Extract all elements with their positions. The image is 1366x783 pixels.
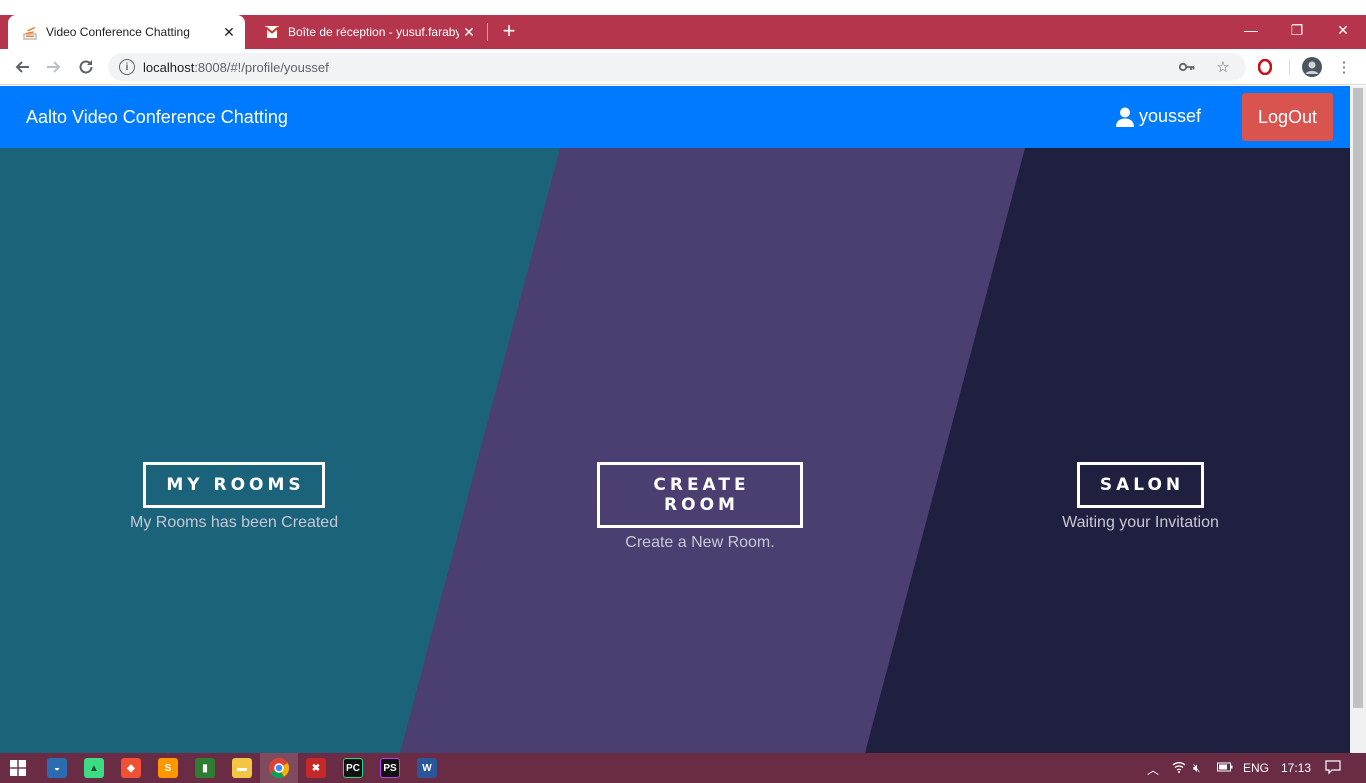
tab-video-conference[interactable]: Video Conference Chatting ✕ <box>8 15 245 49</box>
web-page: Aalto Video Conference Chatting youssef … <box>0 86 1350 753</box>
bookmark-star-icon[interactable]: ☆ <box>1213 57 1233 77</box>
phpstorm-icon[interactable]: PS <box>380 758 400 778</box>
close-window-icon[interactable]: ✕ <box>1320 15 1366 45</box>
create-room-button[interactable]: CREATE ROOM <box>597 462 803 528</box>
create-room-panel: CREATE ROOM Create a New Room. <box>597 462 803 552</box>
forward-arrow-icon[interactable] <box>42 55 66 79</box>
toolbar-separator <box>1289 59 1290 75</box>
book-app-icon[interactable]: ▮ <box>195 758 215 778</box>
sublime-text-icon[interactable]: S <box>158 758 178 778</box>
git-icon[interactable]: ◆ <box>121 758 141 778</box>
chrome-taskbar-icon[interactable] <box>269 758 289 778</box>
logout-button[interactable]: LogOut <box>1242 93 1333 141</box>
url-host: localhost <box>143 59 195 75</box>
notifications-icon[interactable] <box>1325 759 1341 778</box>
tab-title: Video Conference Chatting <box>46 25 190 39</box>
salon-panel: SALON Waiting your Invitation <box>1061 462 1220 532</box>
salon-button[interactable]: SALON <box>1076 462 1205 508</box>
panel-background <box>0 148 1350 753</box>
create-room-subtitle: Create a New Room. <box>625 534 775 551</box>
profile-avatar[interactable] <box>1302 57 1322 77</box>
tabstrip-top-edge <box>0 0 1366 15</box>
salon-subtitle: Waiting your Invitation <box>1062 514 1219 531</box>
show-hidden-icons-icon[interactable]: ︿ <box>1147 761 1159 778</box>
volume-muted-icon[interactable]: 🔇︎ <box>1193 761 1201 776</box>
address-bar[interactable]: i localhost:8008/#!/profile/youssef <box>108 53 1246 81</box>
xampp-icon[interactable]: ✖ <box>306 758 326 778</box>
browser-toolbar: i localhost:8008/#!/profile/youssef ☆ ⋮ <box>0 49 1366 85</box>
app-brand[interactable]: Aalto Video Conference Chatting <box>26 107 288 128</box>
word-icon[interactable]: W <box>417 758 437 778</box>
wifi-icon[interactable] <box>1172 761 1186 776</box>
new-tab-plus-icon[interactable]: + <box>497 20 521 44</box>
minimize-icon[interactable]: — <box>1228 15 1274 45</box>
android-studio-icon[interactable]: ▲ <box>84 758 104 778</box>
windows-start-icon[interactable] <box>8 758 28 778</box>
browser-tabstrip: Video Conference Chatting ✕ Boîte de réc… <box>0 0 1366 49</box>
url-text: localhost:8008/#!/profile/youssef <box>143 60 329 75</box>
chrome-menu-icon[interactable]: ⋮ <box>1334 57 1354 77</box>
pycharm-icon[interactable]: PC <box>343 758 363 778</box>
back-arrow-icon[interactable] <box>10 55 34 79</box>
tab-separator <box>487 23 488 41</box>
my-rooms-subtitle: My Rooms has been Created <box>130 514 339 531</box>
user-icon <box>1116 107 1134 127</box>
app-navbar: Aalto Video Conference Chatting youssef … <box>0 86 1350 148</box>
opera-extension-icon[interactable] <box>1255 57 1275 77</box>
username: youssef <box>1139 106 1202 126</box>
close-tab-icon[interactable]: ✕ <box>459 22 479 42</box>
user-menu[interactable]: youssef <box>1116 106 1201 127</box>
url-path: :8008/#!/profile/youssef <box>194 59 329 75</box>
stackoverflow-icon <box>22 24 38 40</box>
key-icon[interactable] <box>1177 57 1197 77</box>
scrollbar-thumb[interactable] <box>1353 88 1363 708</box>
page-scrollbar[interactable] <box>1350 86 1366 753</box>
tab-gmail-inbox[interactable]: Boîte de réception - yusuf.faraby ✕ <box>250 15 485 49</box>
my-rooms-button[interactable]: MY ROOMS <box>143 462 325 508</box>
windows-taskbar: ◒ ▲ ◆ S ▮ ▬ ✖ PC PS W ︿ 🔇︎ ENG 17:13 <box>0 753 1366 783</box>
my-rooms-panel: MY ROOMS My Rooms has been Created <box>130 462 338 532</box>
site-info-icon[interactable]: i <box>119 59 135 75</box>
tab-title: Boîte de réception - yusuf.faraby <box>288 25 459 39</box>
battery-icon[interactable] <box>1217 761 1233 775</box>
close-tab-icon[interactable]: ✕ <box>219 22 239 42</box>
restore-icon[interactable]: ❐ <box>1274 15 1320 45</box>
remote-desktop-icon[interactable]: ◒ <box>47 758 67 778</box>
gmail-icon <box>264 24 280 40</box>
reload-icon[interactable] <box>74 55 98 79</box>
clock[interactable]: 17:13 <box>1281 761 1311 775</box>
language-indicator[interactable]: ENG <box>1243 761 1269 775</box>
file-explorer-icon[interactable]: ▬ <box>232 758 252 778</box>
